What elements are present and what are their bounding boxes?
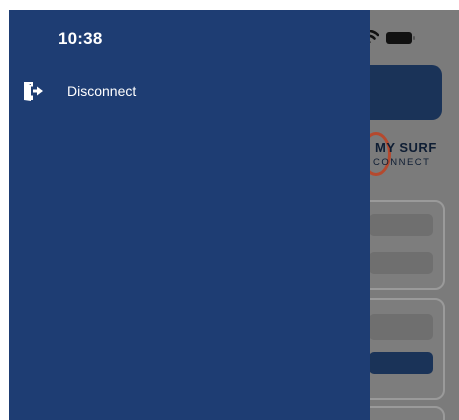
logo-line-1: MY SURF <box>375 140 437 155</box>
phone-screen: MY SURF CONNECT 10:38 Disconnect <box>9 10 459 420</box>
background-logo: MY SURF CONNECT <box>361 130 451 182</box>
background-card-field <box>369 214 433 236</box>
background-card-field <box>369 314 433 340</box>
status-time: 10:38 <box>58 29 103 48</box>
background-card <box>359 200 445 290</box>
logo-line-2: CONNECT <box>373 157 431 168</box>
logout-icon <box>24 82 43 101</box>
battery-icon <box>386 32 415 44</box>
background-card <box>359 406 445 420</box>
background-card <box>359 298 445 400</box>
drawer-item-disconnect[interactable]: Disconnect <box>21 76 351 106</box>
drawer-item-label: Disconnect <box>67 83 137 99</box>
navigation-drawer: 10:38 Disconnect <box>9 10 370 420</box>
background-card-field <box>369 252 433 274</box>
background-card-button <box>369 352 433 374</box>
